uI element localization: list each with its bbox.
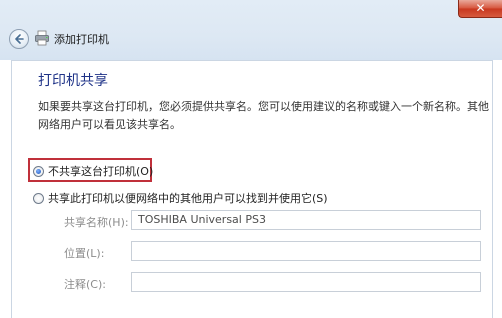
share-name-input[interactable]: TOSHIBA Universal PS3 [131,210,481,230]
radio-button-no-share[interactable] [33,165,44,177]
location-label: 位置(L): [64,247,105,260]
title-bar [0,0,502,60]
location-input[interactable] [131,241,481,261]
printer-icon [35,30,49,46]
back-arrow-icon [15,34,24,44]
back-button[interactable] [9,29,29,49]
radio-label-share: 共享此打印机以便网络中的其他用户可以找到并使用它(S) [48,192,328,205]
comment-label: 注释(C): [64,278,106,291]
page-description: 如果要共享这台打印机，您必须提供共享名。您可以使用建议的名称或键入一个新名称。其… [38,100,489,131]
window-title: 添加打印机 [54,33,109,46]
close-icon: ✕ [475,1,486,15]
page-heading: 打印机共享 [38,73,108,89]
close-button[interactable]: ✕ [458,0,502,18]
share-name-label: 共享名称(H): [64,216,129,229]
radio-button-share[interactable] [33,192,44,204]
radio-no-share[interactable]: 不共享这台打印机(O) [33,163,153,179]
radio-share[interactable]: 共享此打印机以便网络中的其他用户可以找到并使用它(S) [33,190,328,206]
comment-input[interactable] [131,272,481,292]
radio-label-no-share: 不共享这台打印机(O) [48,165,154,178]
